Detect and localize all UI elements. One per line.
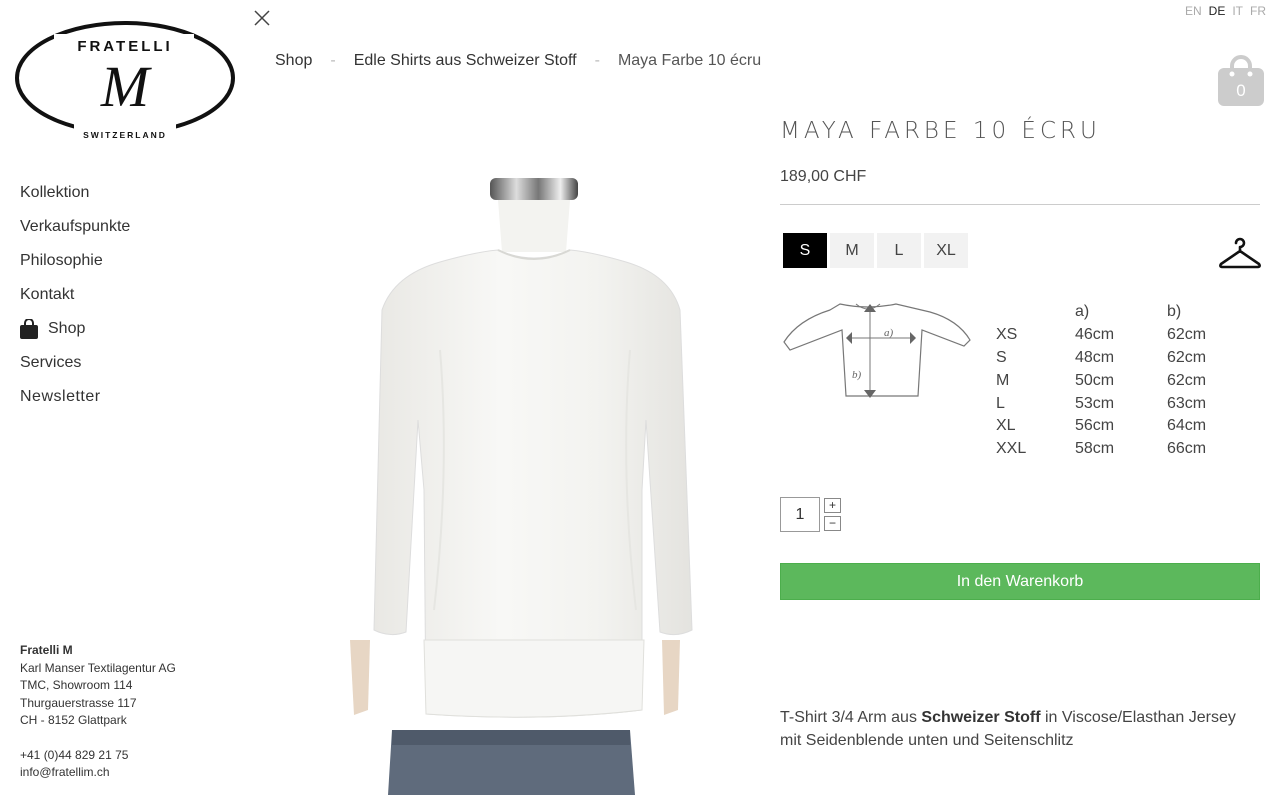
- language-switcher: EN DE IT FR: [1185, 4, 1266, 18]
- product-description: T-Shirt 3/4 Arm aus Schweizer Stoff in V…: [780, 706, 1260, 752]
- breadcrumb-current: Maya Farbe 10 écru: [617, 52, 762, 69]
- table-cell: 50cm: [1075, 371, 1115, 389]
- table-row: XS 46cm 62cm: [996, 324, 1227, 347]
- nav-item-kontakt[interactable]: Kontakt: [20, 278, 130, 312]
- size-option-l[interactable]: L: [877, 233, 921, 268]
- nav-item-newsletter[interactable]: Newsletter: [20, 380, 130, 414]
- main-nav: Kollektion Verkaufspunkte Philosophie Ko…: [20, 176, 130, 414]
- table-cell: 62cm: [1167, 348, 1207, 366]
- showroom: TMC, Showroom 114: [20, 678, 133, 692]
- quantity-input[interactable]: [780, 497, 820, 532]
- breadcrumb-shop[interactable]: Shop: [275, 52, 312, 70]
- email-link[interactable]: info@fratellim.ch: [20, 764, 176, 782]
- table-cell: 62cm: [1167, 326, 1207, 344]
- size-selector: S M L XL: [783, 233, 968, 268]
- product-title: MAYA FARBE 10 ÉCRU: [780, 118, 1101, 144]
- table-cell: 48cm: [1075, 348, 1115, 366]
- product-image[interactable]: [330, 170, 702, 795]
- table-cell: 66cm: [1167, 440, 1207, 458]
- breadcrumb-separator: -: [330, 52, 336, 69]
- hanger-icon[interactable]: [1218, 236, 1262, 270]
- phone[interactable]: +41 (0)44 829 21 75: [20, 747, 176, 765]
- table-cell: S: [996, 348, 1007, 366]
- table-cell: XXL: [996, 440, 1027, 458]
- size-option-s[interactable]: S: [783, 233, 827, 268]
- company-address: Fratelli M Karl Manser Textilagentur AG …: [20, 642, 176, 782]
- company-name: Fratelli M: [20, 643, 73, 657]
- table-cell: 63cm: [1167, 394, 1207, 412]
- table-header-cell: a): [1075, 303, 1090, 321]
- diagram-label-a: a): [884, 327, 894, 339]
- divider: [780, 204, 1260, 205]
- nav-item-philosophie[interactable]: Philosophie: [20, 244, 130, 278]
- lang-de[interactable]: DE: [1209, 4, 1226, 18]
- street: Thurgauerstrasse 117: [20, 695, 137, 710]
- diagram-label-b: b): [852, 369, 862, 381]
- quantity-increment-button[interactable]: +: [824, 498, 841, 513]
- table-row: XL 56cm 64cm: [996, 415, 1227, 438]
- table-row: XXL 58cm 66cm: [996, 438, 1227, 461]
- cart-button[interactable]: 0: [1218, 54, 1264, 106]
- logo-brand-text: FRATELLI: [77, 38, 172, 55]
- add-to-cart-button[interactable]: In den Warenkorb: [780, 563, 1260, 600]
- close-icon[interactable]: [252, 8, 272, 28]
- cart-count: 0: [1236, 81, 1246, 100]
- table-row: M 50cm 62cm: [996, 369, 1227, 392]
- quantity-decrement-button[interactable]: −: [824, 516, 841, 531]
- nav-item-verkaufspunkte[interactable]: Verkaufspunkte: [20, 210, 130, 244]
- logo-sub-text: SWITZERLAND: [83, 130, 167, 140]
- table-header: a) b): [996, 301, 1227, 324]
- nav-item-shop[interactable]: Shop: [20, 312, 130, 346]
- logo-letter: M: [100, 54, 152, 119]
- table-cell: XS: [996, 326, 1018, 344]
- table-cell: 62cm: [1167, 371, 1207, 389]
- table-cell: 58cm: [1075, 440, 1115, 458]
- description-highlight: Schweizer Stoff: [921, 709, 1041, 726]
- breadcrumb-category[interactable]: Edle Shirts aus Schweizer Stoff: [354, 52, 577, 70]
- breadcrumb-separator: -: [594, 52, 600, 69]
- size-option-m[interactable]: M: [830, 233, 874, 268]
- table-cell: 56cm: [1075, 417, 1115, 435]
- size-table: a) b) XS 46cm 62cm S 48cm 62cm M 50cm 62…: [996, 301, 1227, 461]
- lang-fr[interactable]: FR: [1250, 4, 1266, 18]
- table-cell: L: [996, 394, 1005, 412]
- measurement-diagram: a) b): [780, 298, 974, 402]
- table-cell: 64cm: [1167, 417, 1207, 435]
- table-cell: 53cm: [1075, 394, 1115, 412]
- table-header-cell: b): [1167, 303, 1182, 321]
- description-text: T-Shirt 3/4 Arm aus: [780, 709, 922, 726]
- table-cell: M: [996, 371, 1010, 389]
- shopping-bag-icon: [20, 319, 38, 339]
- city: CH - 8152 Glattpark: [20, 713, 127, 727]
- table-cell: XL: [996, 417, 1016, 435]
- table-row: S 48cm 62cm: [996, 347, 1227, 370]
- company-legal-name: Karl Manser Textilagentur AG: [20, 660, 176, 675]
- lang-en[interactable]: EN: [1185, 4, 1202, 18]
- lang-it[interactable]: IT: [1232, 4, 1243, 18]
- table-cell: 46cm: [1075, 326, 1115, 344]
- size-option-xl[interactable]: XL: [924, 233, 968, 268]
- nav-item-services[interactable]: Services: [20, 346, 130, 380]
- table-row: L 53cm 63cm: [996, 392, 1227, 415]
- product-price: 189,00 CHF: [780, 168, 867, 185]
- nav-item-kollektion[interactable]: Kollektion: [20, 176, 130, 210]
- breadcrumb: Shop - Edle Shirts aus Schweizer Stoff -…: [275, 52, 761, 70]
- brand-logo[interactable]: FRATELLI M SWITZERLAND: [14, 20, 236, 142]
- nav-item-label: Shop: [48, 320, 86, 337]
